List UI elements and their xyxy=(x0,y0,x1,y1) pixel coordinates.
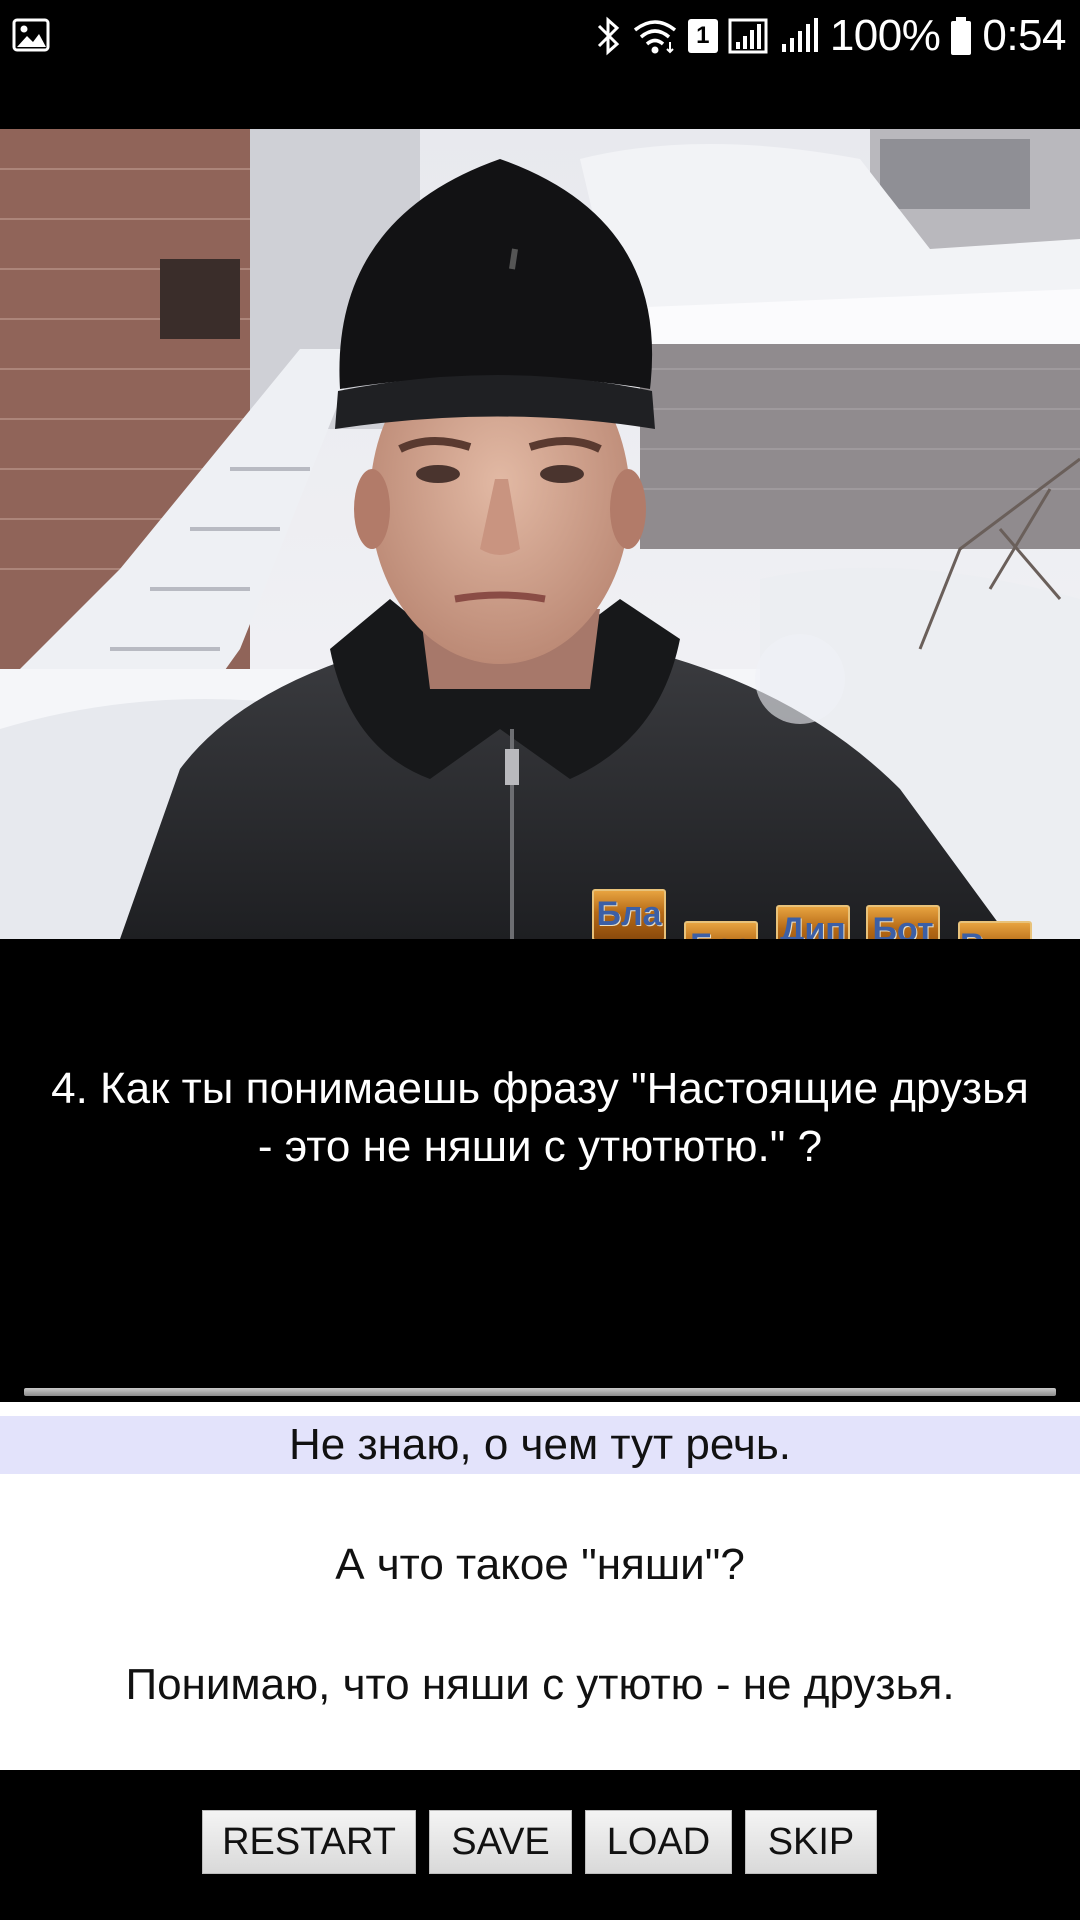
load-button[interactable]: LOAD xyxy=(585,1810,732,1874)
question-text: 4. Как ты понимаешь фразу "Настоящие дру… xyxy=(51,1064,1029,1171)
battery-percent: 100% xyxy=(829,11,941,60)
gallery-icon xyxy=(12,18,50,52)
wifi-icon xyxy=(633,20,676,54)
answer-list: Не знаю, о чем тут речь. А что такое "ня… xyxy=(0,1402,1080,1770)
battery-icon xyxy=(951,17,972,55)
sticker-badge: Ви... xyxy=(958,921,1032,939)
save-button[interactable]: SAVE xyxy=(429,1810,572,1874)
answer-option[interactable]: А что такое "няши"? xyxy=(0,1536,1080,1594)
game-screen: 1 100% 0:54 Бла Дип Бот 4. Как ты понима… xyxy=(0,0,1080,1920)
scene-image: Бла Бес Дип Бот Ви... xyxy=(0,129,1080,939)
answer-option[interactable]: Понимаю, что няши с утютю - не друзья. xyxy=(0,1656,1080,1714)
sticker-badge: Бес xyxy=(684,921,758,939)
skip-button[interactable]: SKIP xyxy=(745,1810,877,1874)
clock: 0:54 xyxy=(982,11,1066,60)
character-portrait xyxy=(0,129,1080,939)
sticker-badge: Бла xyxy=(592,889,666,939)
status-bar: 1 100% 0:54 xyxy=(0,0,1080,72)
sticker-badge: Бот xyxy=(866,905,940,939)
divider xyxy=(24,1388,1056,1396)
signal-icon xyxy=(781,18,818,52)
sim-1-icon: 1 xyxy=(687,19,718,53)
bottom-toolbar: RESTART SAVE LOAD SKIP xyxy=(0,1770,1080,1920)
status-icons: 1 100% 0:54 xyxy=(596,0,1066,72)
restart-button[interactable]: RESTART xyxy=(202,1810,416,1874)
signal-icon xyxy=(728,18,768,54)
sticker-badge: Дип xyxy=(776,905,850,939)
bluetooth-icon xyxy=(597,16,619,56)
answer-option[interactable]: Не знаю, о чем тут речь. xyxy=(0,1416,1080,1474)
